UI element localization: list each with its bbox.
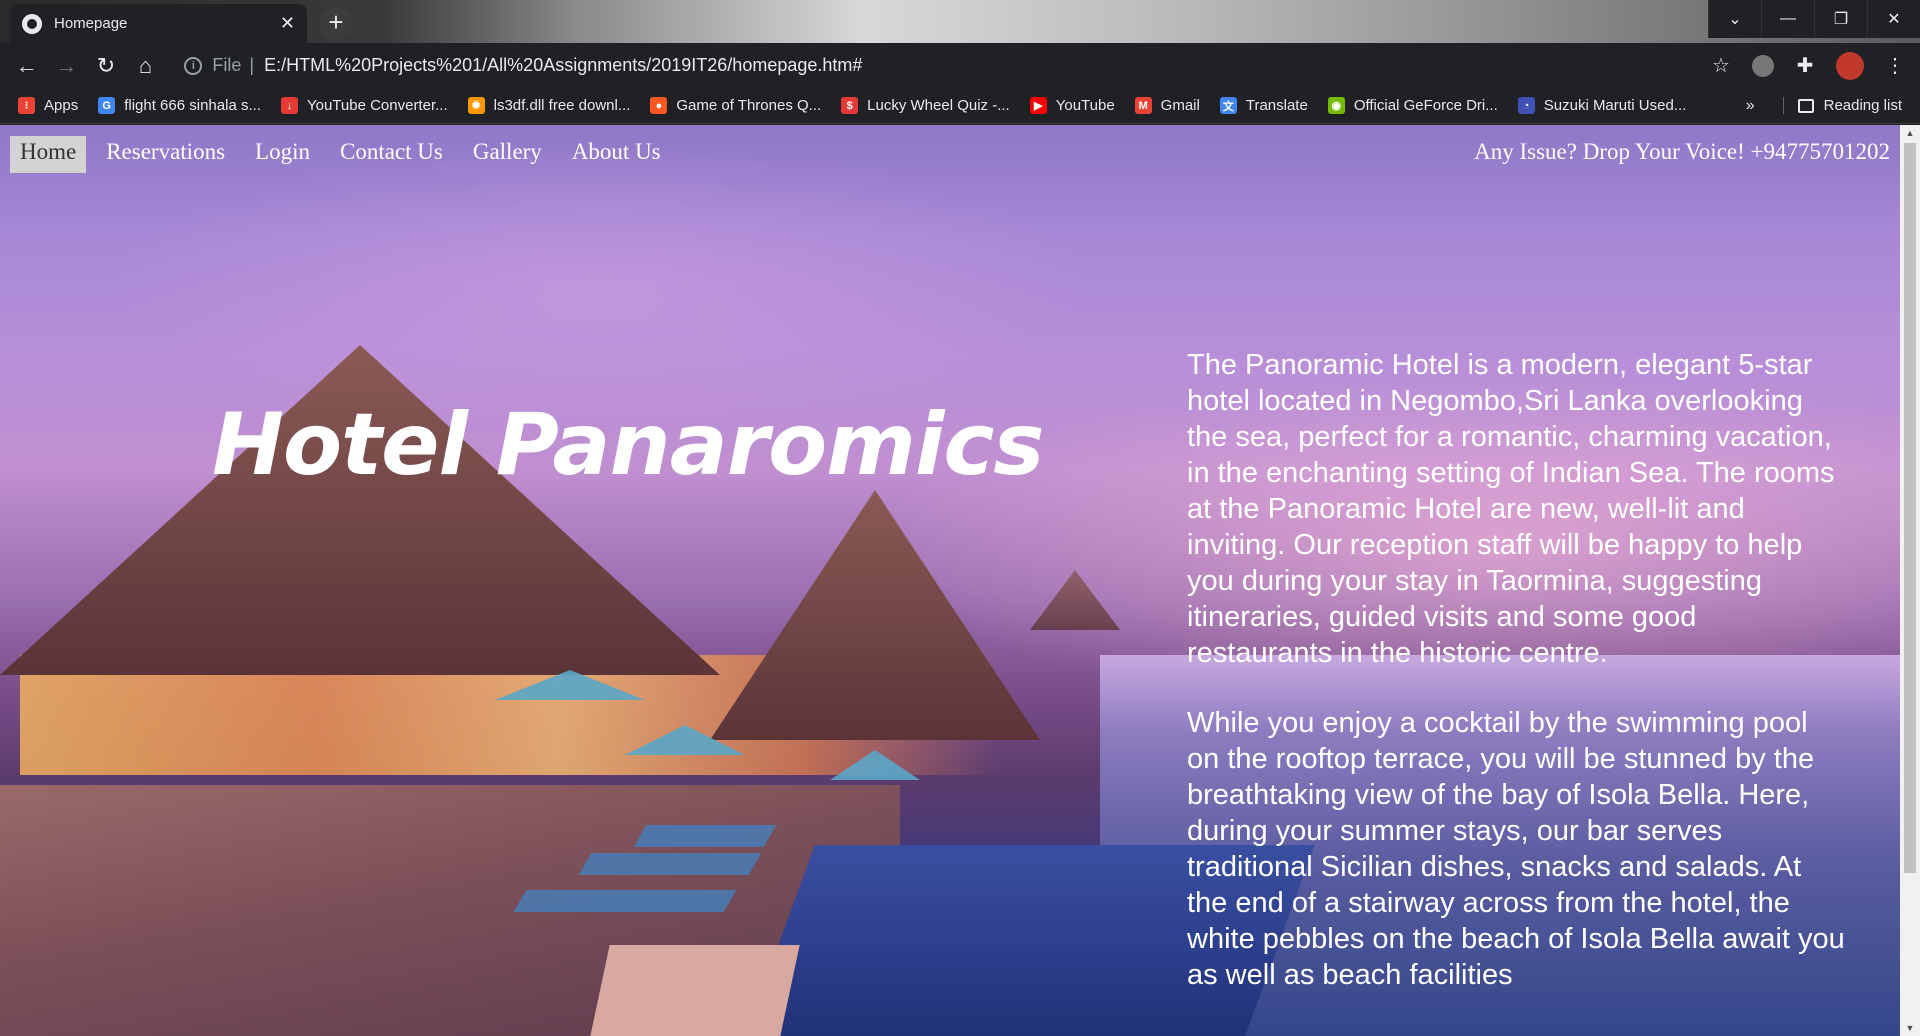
scrollbar-thumb[interactable]: [1904, 143, 1916, 873]
youtube-icon: ▶: [1029, 97, 1047, 114]
page-viewport: Home Reservations Login Contact Us Gallery Ab…: [0, 125, 1900, 1036]
url-separator: |: [249, 55, 255, 75]
bookmark-item[interactable]: ⁝ Apps: [18, 97, 78, 114]
download-icon: ↓: [280, 97, 298, 114]
site-info-icon[interactable]: i: [184, 56, 203, 75]
scroll-down-arrow-icon[interactable]: ▼: [1900, 1020, 1920, 1036]
bookmark-label: ls3df.dll free downl...: [493, 97, 631, 114]
background-lounger: [633, 825, 777, 847]
bookmark-label: Gmail: [1160, 97, 1200, 114]
nvidia-icon: ◉: [1327, 97, 1345, 114]
close-window-button[interactable]: ✕: [1867, 0, 1920, 38]
tab-search-icon[interactable]: ⌄: [1708, 0, 1761, 38]
profile-avatar[interactable]: [1836, 51, 1864, 80]
bookmarks-bar: ⁝ Apps Gflight 666 sinhala s... ↓ YouTube Co…: [0, 88, 1920, 124]
main-nav: Home Reservations Login Contact Us Gallery Ab…: [10, 136, 681, 173]
background-lounger: [513, 890, 737, 912]
tab-title: Homepage: [54, 15, 128, 32]
scroll-up-arrow-icon[interactable]: ▲: [1900, 125, 1920, 141]
page-scrollbar[interactable]: ▲ ▼: [1900, 125, 1920, 1036]
bookmark-star-icon[interactable]: ☆: [1708, 53, 1734, 78]
minimize-button[interactable]: —: [1761, 0, 1814, 38]
nav-link-reservations[interactable]: Reservations: [96, 136, 235, 173]
car-icon: ◔: [1517, 97, 1535, 114]
bookmark-label: YouTube Converter...: [306, 97, 448, 114]
bookmark-item[interactable]: 文 Translate: [1219, 97, 1308, 114]
bookmark-label: Apps: [44, 97, 79, 114]
bookmarks-overflow-button[interactable]: »: [1746, 97, 1755, 115]
window-controls: ⌄ — ❐ ✕: [1708, 0, 1920, 38]
bookmark-label: Lucky Wheel Quiz -...: [867, 97, 1010, 114]
restore-button[interactable]: ❐: [1814, 0, 1867, 38]
hotel-brand-title: Hotel Panaromics: [212, 395, 1044, 495]
url-scheme: File: [212, 55, 242, 75]
toolbar-right-icons: ☆ ✚ ⋮: [1708, 51, 1920, 80]
reading-list-button[interactable]: Reading list: [1782, 97, 1902, 114]
menu-kebab-icon[interactable]: ⋮: [1882, 53, 1908, 78]
apps-grid-icon: ⁝: [18, 97, 35, 114]
address-bar[interactable]: i File | E:/HTML%20Projects%201/All%20As…: [184, 47, 1708, 84]
nav-link-home[interactable]: Home: [10, 136, 87, 173]
tab-homepage[interactable]: Homepage ✕: [10, 4, 307, 43]
gmail-icon: M: [1134, 97, 1152, 114]
new-tab-button[interactable]: +: [319, 6, 353, 40]
bookmark-label: Game of Thrones Q...: [676, 97, 822, 114]
background-walkway: [590, 945, 800, 1036]
extension-icon[interactable]: [1752, 54, 1774, 77]
nav-link-gallery[interactable]: Gallery: [463, 136, 552, 173]
nav-link-contact-us[interactable]: Contact Us: [330, 136, 453, 173]
dollar-icon: $: [841, 97, 859, 114]
gear-icon: ✹: [467, 97, 485, 114]
bookmark-item[interactable]: ↓ YouTube Converter...: [280, 97, 448, 114]
hotline-text: Any Issue? Drop Your Voice! +94775701202: [1474, 139, 1890, 164]
bookmark-item[interactable]: Gflight 666 sinhala s...: [98, 97, 261, 114]
nav-link-login[interactable]: Login: [245, 136, 320, 173]
reload-icon[interactable]: ↻: [87, 47, 125, 85]
bookmark-item[interactable]: M Gmail: [1134, 97, 1200, 114]
reading-list-icon: [1797, 98, 1814, 113]
translate-icon: 文: [1219, 97, 1237, 114]
bookmark-item[interactable]: $ Lucky Wheel Quiz -...: [841, 97, 1010, 114]
back-arrow-icon[interactable]: ←: [8, 47, 46, 85]
bookmark-item[interactable]: ✹ ls3df.dll free downl...: [467, 97, 631, 114]
home-icon[interactable]: ⌂: [127, 47, 165, 85]
tab-close-icon[interactable]: ✕: [280, 13, 295, 34]
nav-link-about-us[interactable]: About Us: [562, 136, 671, 173]
reading-list-label: Reading list: [1823, 97, 1902, 114]
bookmark-item[interactable]: ◉ Official GeForce Dri...: [1327, 97, 1498, 114]
google-icon: G: [98, 97, 116, 114]
about-paragraph-2: While you enjoy a cocktail by the swimmi…: [1187, 707, 1845, 991]
bookmark-label: YouTube: [1055, 97, 1115, 114]
forward-arrow-icon[interactable]: →: [48, 47, 86, 85]
browser-toolbar: ← → ↻ ⌂ i File | E:/HTML%20Projects%201/…: [0, 43, 1920, 88]
globe-icon: [22, 13, 42, 34]
bookmark-item[interactable]: ▶ YouTube: [1029, 97, 1115, 114]
bookmark-label: flight 666 sinhala s...: [124, 97, 261, 114]
reddit-icon: ●: [650, 97, 668, 114]
bookmark-item[interactable]: ● Game of Thrones Q...: [650, 97, 821, 114]
bookmark-label: Translate: [1245, 97, 1308, 114]
url-text[interactable]: E:/HTML%20Projects%201/All%20Assignments…: [264, 55, 862, 76]
bookmark-item[interactable]: ◔ Suzuki Maruti Used...: [1517, 97, 1687, 114]
bookmark-label: Suzuki Maruti Used...: [1543, 97, 1687, 114]
about-text: The Panoramic Hotel is a modern, elegant…: [1187, 347, 1847, 1027]
about-paragraph-1: The Panoramic Hotel is a modern, elegant…: [1187, 349, 1835, 669]
bookmark-label: Official GeForce Dri...: [1353, 97, 1498, 114]
background-lounger: [578, 853, 762, 875]
tab-strip: Homepage ✕ + ⌄ — ❐ ✕: [0, 0, 1920, 43]
extensions-puzzle-icon[interactable]: ✚: [1792, 53, 1818, 78]
